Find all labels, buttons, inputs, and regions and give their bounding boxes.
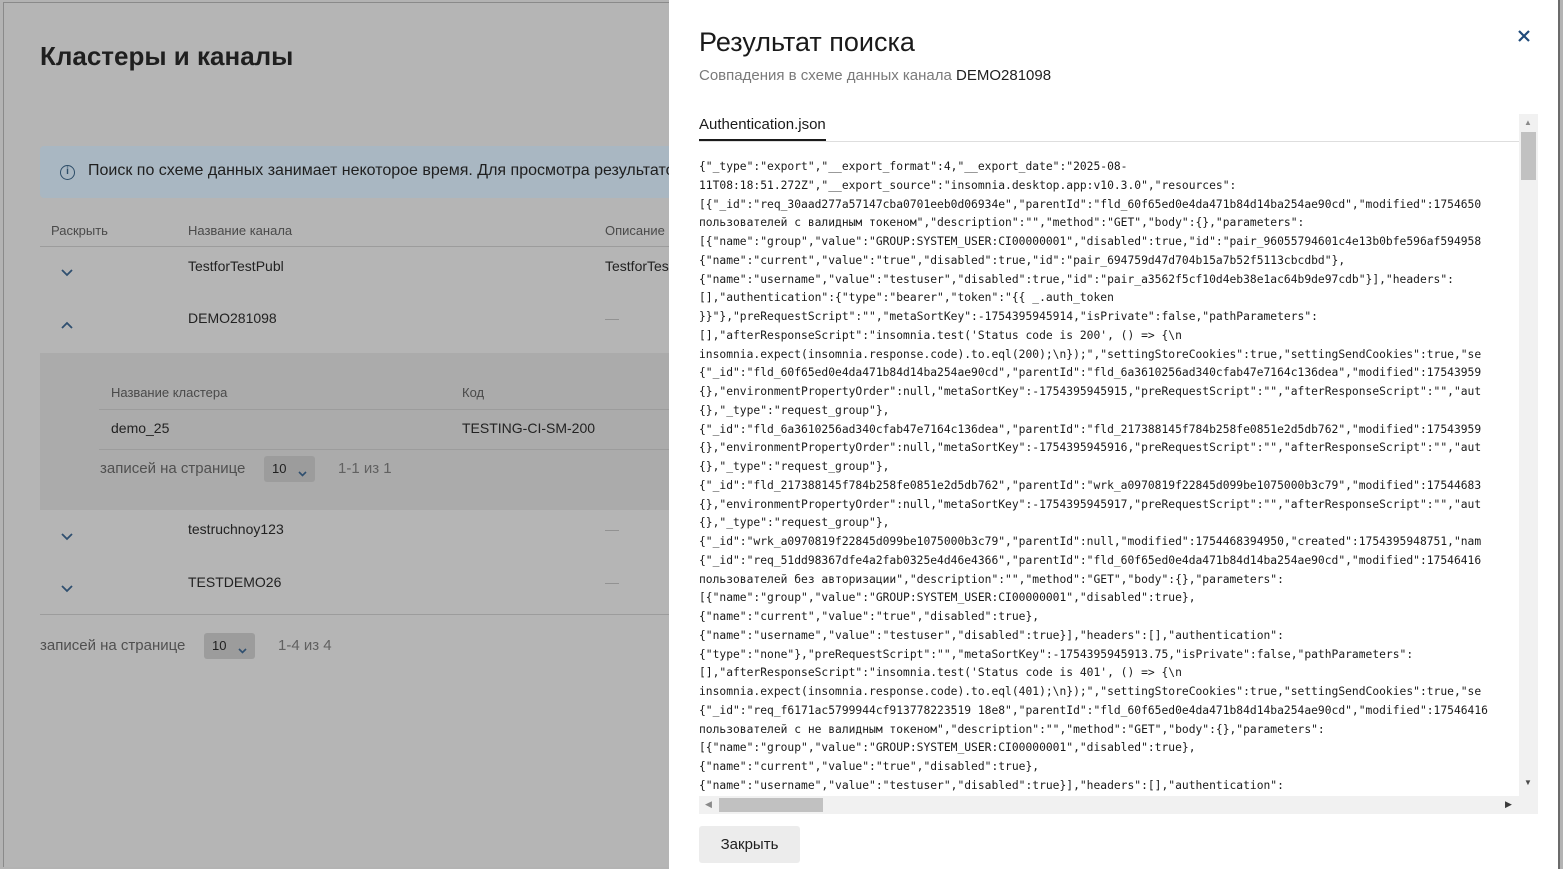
close-icon[interactable] — [1517, 26, 1537, 46]
background-page: Кластеры и каналы i Поиск по схеме данны… — [3, 2, 669, 867]
code-line: {},"environmentPropertyOrder":null,"meta… — [699, 385, 1482, 398]
pager-count: 1-4 из 4 — [278, 637, 332, 654]
code-line: {"_id":"wrk_a0970819f22845d099be1075000b… — [699, 535, 1482, 548]
divider — [40, 246, 669, 247]
scrollbar-thumb[interactable] — [1521, 132, 1536, 180]
column-header-description: Описание — [605, 223, 665, 238]
search-result-drawer: Результат поиска Совпадения в схеме данн… — [669, 0, 1560, 869]
code-line: [{"_id":"req_30aad277a57147cba0701eeb0d0… — [699, 197, 1482, 211]
channel-name: DEMO281098 — [188, 310, 277, 326]
tab-authentication-json[interactable]: Authentication.json — [699, 116, 826, 141]
code-line: [],"afterResponseScript":"insomnia.test(… — [699, 328, 1182, 342]
code-line: insomnia.expect(insomnia.response.code).… — [699, 347, 1482, 361]
info-banner-text: Поиск по схеме данных занимает некоторое… — [88, 162, 669, 179]
code-line: пользователей без авторизации","descript… — [699, 572, 1284, 586]
page-title: Кластеры и каналы — [40, 41, 294, 71]
code-line: [{"name":"group","value":"GROUP:SYSTEM_U… — [699, 235, 1482, 248]
info-icon: i — [60, 165, 75, 180]
code-line: пользователей с не валидным токеном","de… — [699, 722, 1325, 736]
chevron-down-icon[interactable] — [61, 585, 75, 595]
code-line: {"type":"none"},"preRequestScript":"","m… — [699, 647, 1414, 661]
code-line: {"_id":"fld_60f65ed0e4da471b84d14ba254ae… — [699, 366, 1482, 380]
code-line: {"_id":"req_f6171ac5799944cf913778223519… — [699, 703, 1488, 717]
divider — [40, 614, 669, 615]
divider — [99, 449, 669, 450]
column-header-cluster-name: Название кластера — [111, 385, 228, 400]
code-line: [],"afterResponseScript":"insomnia.test(… — [699, 666, 1182, 680]
code-line: 11T08:18:51.272Z","__export_source":"ins… — [699, 178, 1237, 192]
scroll-left-icon[interactable]: ◀ — [705, 799, 712, 810]
json-code: {"_type":"export","__export_format":4,"_… — [699, 158, 1519, 794]
channel-name: testruchnoy123 — [188, 521, 284, 537]
code-line: {"_type":"export","__export_format":4,"_… — [699, 160, 1128, 173]
code-line: insomnia.expect(insomnia.response.code).… — [699, 685, 1482, 698]
chevron-up-icon[interactable] — [61, 321, 75, 331]
scrollbar-thumb[interactable] — [719, 798, 823, 812]
chevron-down-icon — [238, 642, 247, 657]
drawer-subtitle: Совпадения в схеме данных канала DEMO281… — [699, 67, 1052, 84]
cluster-name: demo_25 — [111, 420, 170, 436]
cluster-code: TESTING-CI-SM-200 — [462, 420, 596, 436]
code-line: {"_id":"fld_217388145f784b258fe0851e2d5d… — [699, 478, 1482, 492]
column-header-code: Код — [462, 385, 485, 400]
scroll-right-icon[interactable]: ▶ — [1505, 799, 1512, 810]
divider — [99, 409, 669, 410]
code-line: {},"environmentPropertyOrder":null,"meta… — [699, 441, 1482, 455]
code-line: {"name":"current","value":"true","disabl… — [699, 760, 1040, 773]
info-banner: i Поиск по схеме данных занимает некотор… — [40, 146, 669, 198]
column-header-expand: Раскрыть — [51, 223, 108, 238]
vertical-scrollbar[interactable]: ▲ ▼ — [1519, 114, 1538, 814]
chevron-down-icon[interactable] — [61, 269, 75, 279]
chevron-down-icon — [298, 465, 307, 480]
drawer-title: Результат поиска — [699, 27, 915, 57]
scroll-up-icon[interactable]: ▲ — [1524, 118, 1532, 127]
code-line: {},"environmentPropertyOrder":null,"meta… — [699, 497, 1482, 511]
channel-description: TestforTes — [605, 258, 669, 274]
code-line: }}"},"preRequestScript":"","metaSortKey"… — [699, 310, 1318, 323]
code-line: {},"_type":"request_group"}, — [699, 403, 890, 417]
tab-divider — [699, 141, 1519, 142]
channel-name: DEMO281098 — [956, 67, 1052, 84]
code-line: {"name":"username","value":"testuser","d… — [699, 628, 1284, 642]
channel-description: — — [605, 521, 619, 537]
code-line: {"name":"current","value":"true","disabl… — [699, 253, 1346, 267]
channel-description: — — [605, 574, 619, 590]
nested-pager-label: записей на странице — [100, 460, 246, 477]
code-line: {"_id":"req_51dd98367dfe4a2fab0325e4d46e… — [699, 553, 1482, 567]
code-line: {"_id":"fld_6a3610256ad340cfab47e7164c13… — [699, 422, 1482, 436]
code-line: [{"name":"group","value":"GROUP:SYSTEM_U… — [699, 741, 1196, 755]
nested-pager-count: 1-1 из 1 — [338, 460, 392, 477]
pager-label: записей на странице — [40, 637, 186, 654]
code-line: {"name":"username","value":"testuser","d… — [699, 778, 1284, 792]
horizontal-scrollbar[interactable]: ◀ ▶ — [699, 796, 1538, 814]
chevron-down-icon[interactable] — [61, 533, 75, 543]
page-size-select[interactable]: 10 — [204, 633, 255, 659]
channel-description: — — [605, 310, 619, 326]
nested-page-size-select[interactable]: 10 — [264, 456, 315, 482]
code-line: {"name":"username","value":"testuser","d… — [699, 272, 1454, 286]
nested-cluster-panel: Название кластера Код demo_25 TESTING-CI… — [40, 353, 669, 510]
channel-name: TESTDEMO26 — [188, 574, 282, 590]
code-line: пользователей с валидным токеном","descr… — [699, 216, 1305, 230]
column-header-channel-name: Название канала — [188, 223, 293, 238]
code-line: {},"_type":"request_group"}, — [699, 460, 890, 473]
cluster-table: Название кластера Код demo_25 TESTING-CI… — [99, 365, 669, 497]
code-line: {},"_type":"request_group"}, — [699, 516, 890, 530]
code-line: [{"name":"group","value":"GROUP:SYSTEM_U… — [699, 591, 1196, 605]
scroll-down-icon[interactable]: ▼ — [1524, 778, 1532, 787]
code-line: {"name":"current","value":"true","disabl… — [699, 610, 1040, 623]
channel-name: TestforTestPubl — [188, 258, 284, 274]
json-code-viewer[interactable]: {"_type":"export","__export_format":4,"_… — [699, 158, 1519, 794]
close-button[interactable]: Закрыть — [699, 826, 800, 863]
code-line: [],"authentication":{"type":"bearer","to… — [699, 291, 1114, 305]
